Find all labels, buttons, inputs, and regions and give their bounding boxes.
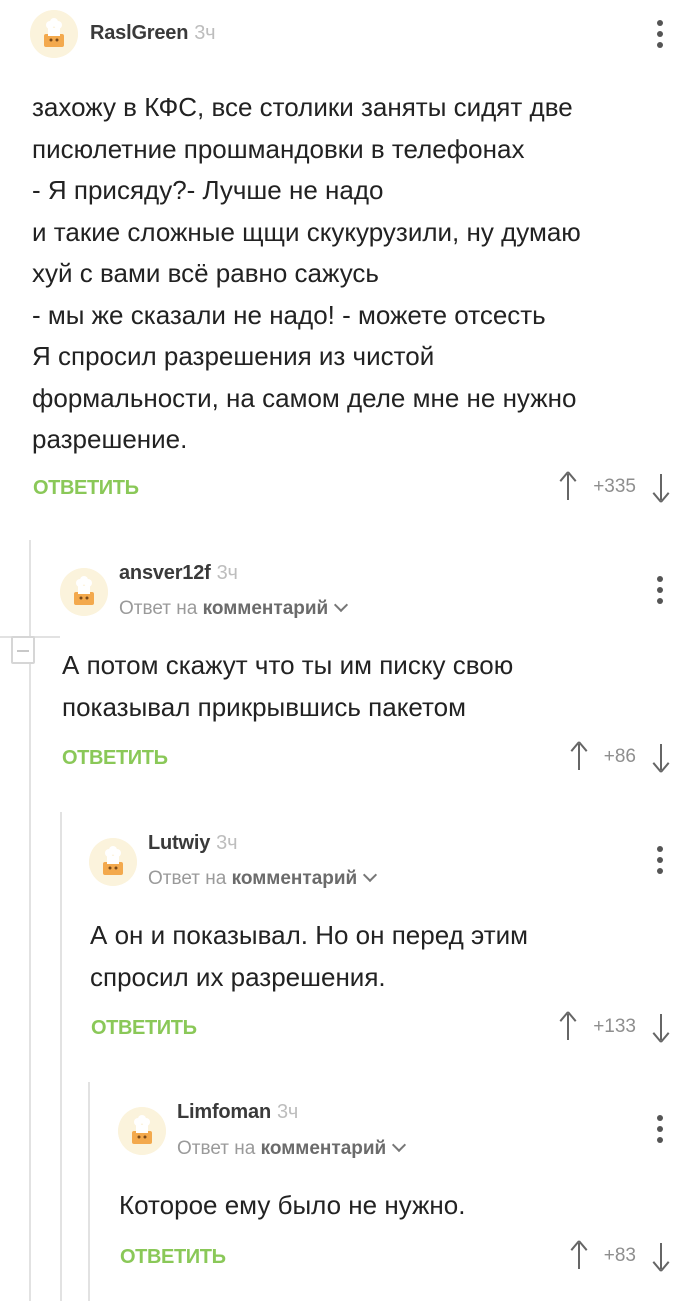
comment-body: Которое ему было не нужно. [119, 1190, 466, 1220]
comment-body: А он и показывал. Но он перед этим спрос… [90, 920, 529, 992]
arrow-up-icon[interactable] [568, 1240, 590, 1271]
thread-line-level-2 [60, 812, 62, 1301]
vote-controls: +86 [568, 741, 672, 773]
chevron-down-icon [334, 597, 349, 613]
reply-to-link[interactable]: Ответ на комментарий [119, 597, 349, 620]
avatar-default-icon[interactable] [30, 10, 78, 58]
arrow-down-icon[interactable] [650, 1012, 672, 1043]
comment-score: +83 [603, 1245, 636, 1266]
arrow-up-icon[interactable] [568, 741, 590, 772]
comment-author[interactable]: ansver12f 3ч [119, 562, 238, 585]
comment-author[interactable]: Limfoman 3ч [177, 1101, 298, 1124]
avatar-default-icon[interactable] [60, 568, 108, 616]
comment-time: 3ч [194, 22, 216, 44]
reply-button[interactable]: ОТВЕТИТЬ [33, 477, 139, 500]
vote-controls: +133 [557, 1011, 672, 1043]
chevron-down-icon [392, 1137, 407, 1153]
comment-body: захожу в КФС, все столики заняты сидят д… [32, 92, 581, 454]
more-vertical-icon[interactable] [657, 846, 663, 879]
thread-line-level-3 [88, 1082, 90, 1301]
vote-controls: +83 [568, 1240, 672, 1272]
reply-to-link[interactable]: Ответ на комментарий [177, 1137, 407, 1160]
comment-time: 3ч [276, 1101, 299, 1123]
comment-score: +86 [603, 746, 636, 767]
more-vertical-icon[interactable] [657, 20, 663, 53]
comment-author[interactable]: RaslGreen 3ч [90, 22, 216, 45]
arrow-down-icon[interactable] [650, 472, 672, 503]
comment-body: А потом скажут что ты им писку свою пока… [62, 650, 514, 722]
comment-author[interactable]: Lutwiy 3ч [148, 832, 237, 855]
collapse-thread-icon[interactable] [11, 636, 35, 664]
arrow-down-icon[interactable] [650, 1241, 672, 1272]
comment-time: 3ч [216, 562, 238, 584]
vote-controls: +335 [557, 471, 672, 503]
chevron-down-icon [363, 867, 378, 883]
comment-time: 3ч [216, 832, 238, 854]
arrow-up-icon[interactable] [557, 471, 579, 502]
avatar-default-icon[interactable] [89, 838, 137, 886]
reply-button[interactable]: ОТВЕТИТЬ [62, 747, 168, 770]
arrow-up-icon[interactable] [557, 1011, 579, 1042]
more-vertical-icon[interactable] [657, 1115, 663, 1148]
more-vertical-icon[interactable] [657, 576, 663, 609]
comment-score: +133 [593, 1016, 636, 1037]
comment-score: +335 [593, 476, 636, 497]
reply-to-link[interactable]: Ответ на комментарий [148, 867, 378, 890]
avatar-default-icon[interactable] [118, 1107, 166, 1155]
reply-button[interactable]: ОТВЕТИТЬ [120, 1246, 226, 1269]
arrow-down-icon[interactable] [650, 742, 672, 773]
reply-button[interactable]: ОТВЕТИТЬ [91, 1017, 197, 1040]
